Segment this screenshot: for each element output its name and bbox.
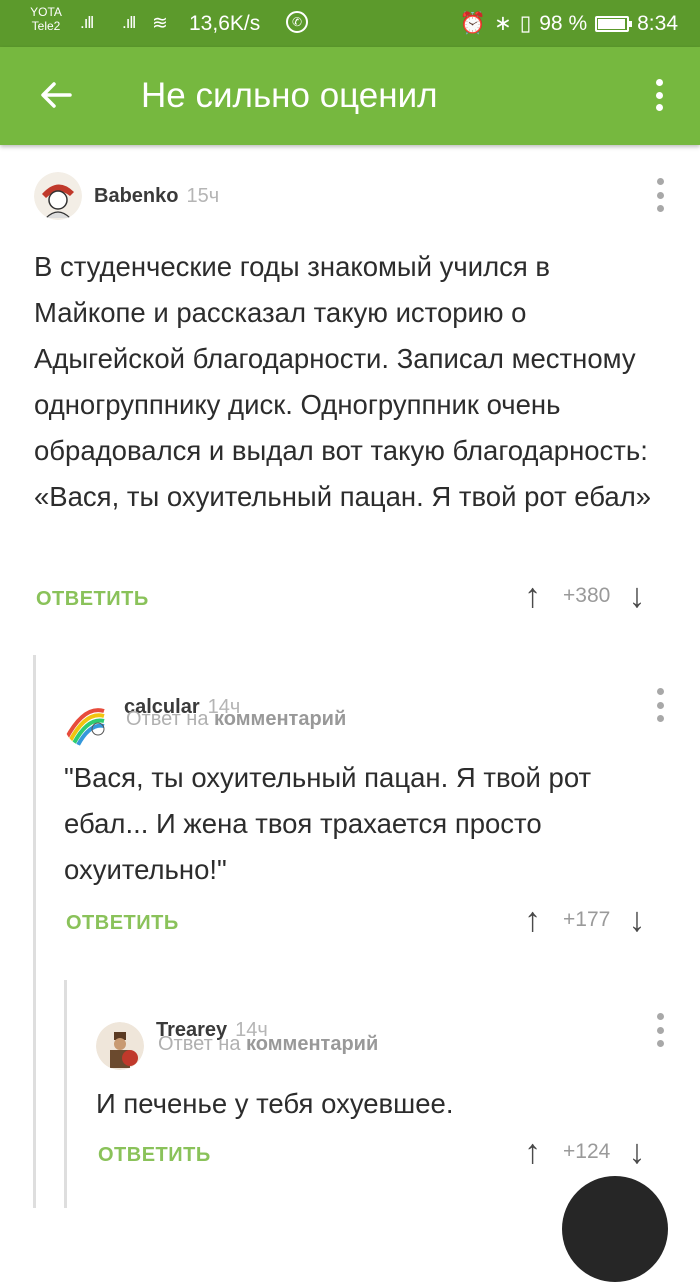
status-bar: YOTA Tele2 .ıll .ıll ≋ 13,6K/s ✆ ⏰ ∗ ▯ 9… (0, 0, 700, 47)
viber-icon: ✆ (286, 11, 308, 33)
score: +177 (563, 908, 611, 931)
score: +124 (563, 1140, 611, 1163)
reply-button[interactable]: ОТВЕТИТЬ (66, 912, 179, 935)
avatar[interactable] (34, 172, 82, 220)
comment-text: "Вася, ты охуительный пацан. Я твой рот … (64, 762, 592, 885)
arrow-left-icon[interactable] (36, 75, 76, 115)
reply-to-prefix: Ответ на (126, 708, 209, 730)
more-vertical-icon[interactable] (650, 178, 670, 212)
signal-icon: .ıll (80, 13, 94, 32)
reply-button[interactable]: ОТВЕТИТЬ (98, 1144, 211, 1167)
upvote-arrow-icon[interactable]: ↑ (524, 903, 541, 937)
page-title: Не сильно оценил (141, 76, 438, 115)
carrier-top: YOTA (30, 5, 62, 19)
wifi-icon: ≋ (152, 13, 168, 34)
upvote-arrow-icon[interactable]: ↑ (524, 1135, 541, 1169)
score: +380 (563, 584, 611, 607)
comment-time: 15ч (186, 184, 220, 207)
comment-calcular: calcular 14ч Ответ на комментарий "Вася,… (0, 655, 700, 965)
app-bar: Не сильно оценил (0, 47, 700, 145)
alarm-icon: ⏰ (459, 11, 487, 35)
network-speed: 13,6K/s (189, 12, 261, 35)
comment-trearey: Trearey 14ч Ответ на комментарий И печен… (0, 980, 700, 1208)
more-vertical-icon[interactable] (644, 75, 674, 115)
downvote-arrow-icon[interactable]: ↓ (628, 1135, 645, 1169)
bluetooth-icon: ∗ (494, 12, 512, 35)
avatar[interactable] (64, 699, 112, 747)
reply-to-link[interactable]: комментарий (214, 708, 346, 730)
reply-to-info: Ответ на комментарий (126, 708, 346, 731)
reply-to-link[interactable]: комментарий (246, 1033, 378, 1055)
reply-to-prefix: Ответ на (158, 1033, 241, 1055)
vote-controls: ↑ +177 ↓ (524, 903, 645, 937)
comment-text: В студенческие годы знакомый учился в Ма… (34, 251, 652, 512)
upvote-arrow-icon[interactable]: ↑ (524, 579, 541, 613)
carrier-bottom: Tele2 (31, 19, 61, 33)
status-right: ⏰ ∗ ▯ 98 % 8:34 (460, 11, 678, 36)
clock: 8:34 (637, 11, 678, 35)
downvote-arrow-icon[interactable]: ↓ (628, 579, 645, 613)
more-vertical-icon[interactable] (650, 688, 670, 722)
downvote-arrow-icon[interactable]: ↓ (628, 903, 645, 937)
vote-controls: ↑ +380 ↓ (524, 579, 645, 613)
battery-percent: 98 % (539, 11, 588, 35)
floating-action-button[interactable] (562, 1176, 668, 1282)
vibrate-icon: ▯ (519, 12, 532, 35)
comment-header: Babenko 15ч (34, 172, 219, 220)
reply-button[interactable]: ОТВЕТИТЬ (36, 588, 149, 611)
avatar[interactable] (96, 1022, 144, 1070)
battery-icon (595, 15, 633, 32)
comment-babenko: Babenko 15ч В студенческие годы знакомый… (0, 145, 700, 625)
vote-controls: ↑ +124 ↓ (524, 1135, 645, 1169)
carrier-label: YOTA Tele2 (24, 5, 68, 33)
author-name[interactable]: Babenko (94, 185, 178, 208)
more-vertical-icon[interactable] (650, 1013, 670, 1047)
reply-to-info: Ответ на комментарий (158, 1033, 378, 1056)
signal-icon: .ıll (122, 13, 136, 32)
comment-text: И печенье у тебя охуевшее. (96, 1088, 454, 1119)
